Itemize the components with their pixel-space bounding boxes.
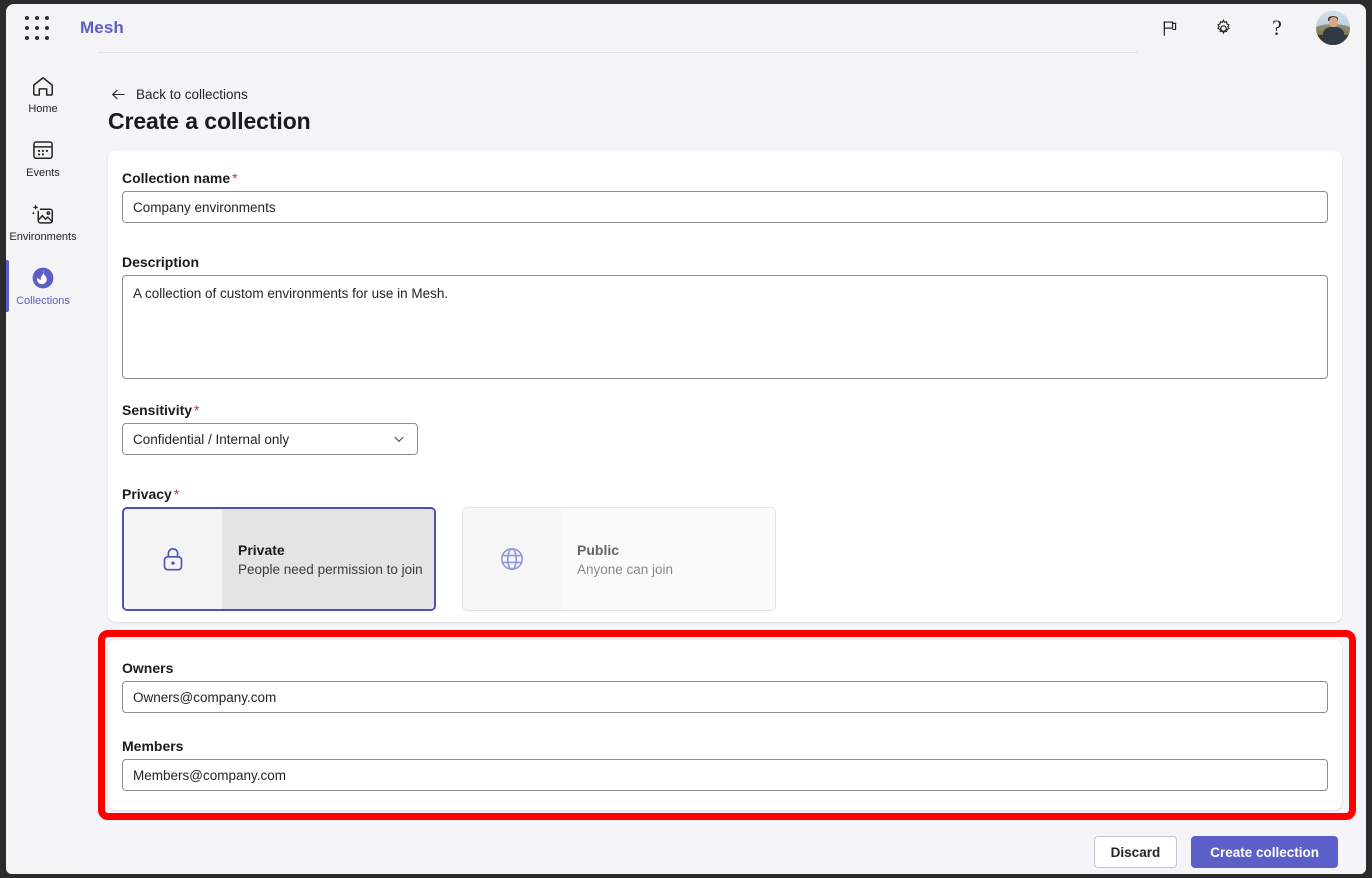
- members-label: Members: [122, 738, 183, 754]
- privacy-public-subtitle: Anyone can join: [577, 562, 775, 577]
- collection-name-input[interactable]: [122, 191, 1328, 223]
- sensitivity-selected-value: Confidential / Internal only: [133, 432, 289, 447]
- application-window: Mesh ?: [6, 4, 1366, 874]
- app-launcher-icon[interactable]: [24, 15, 50, 41]
- avatar[interactable]: [1316, 11, 1350, 45]
- form-actions: Discard Create collection: [80, 830, 1366, 874]
- privacy-private-icon-pane: [124, 509, 222, 609]
- sidebar-item-events[interactable]: Events: [6, 126, 80, 190]
- privacy-label-text: Privacy: [122, 486, 172, 502]
- sensitivity-label: Sensitivity*: [122, 402, 199, 418]
- sidebar-item-collections[interactable]: Collections: [6, 254, 80, 318]
- calendar-icon: [30, 137, 56, 163]
- left-nav-rail: Home Events Environments: [6, 52, 80, 874]
- privacy-private-text-pane: Private People need permission to join: [222, 509, 434, 609]
- question-mark-icon[interactable]: ?: [1262, 13, 1292, 43]
- privacy-options: Private People need permission to join P…: [122, 507, 776, 611]
- sidebar-item-label: Environments: [9, 231, 76, 244]
- sidebar-item-label: Collections: [16, 295, 70, 308]
- privacy-private-title: Private: [238, 542, 434, 558]
- description-label: Description: [122, 254, 199, 270]
- app-bar: Mesh ?: [6, 4, 1366, 52]
- help-glyph: ?: [1272, 17, 1282, 39]
- sidebar-item-label: Home: [28, 103, 57, 116]
- flag-icon[interactable]: [1154, 13, 1184, 43]
- header-divider: [98, 52, 1138, 53]
- sensitivity-dropdown[interactable]: Confidential / Internal only: [122, 423, 418, 455]
- sidebar-item-environments[interactable]: Environments: [6, 190, 80, 254]
- collections-icon: [30, 265, 56, 291]
- globe-icon: [495, 542, 529, 576]
- back-link-label: Back to collections: [136, 87, 248, 102]
- create-collection-button[interactable]: Create collection: [1191, 836, 1338, 868]
- sidebar-item-label: Events: [26, 167, 60, 180]
- sensitivity-label-text: Sensitivity: [122, 402, 192, 418]
- collection-name-label: Collection name*: [122, 170, 238, 186]
- sidebar-item-home[interactable]: Home: [6, 62, 80, 126]
- image-sparkle-icon: [30, 201, 56, 227]
- home-icon: [30, 73, 56, 99]
- lock-icon: [156, 542, 190, 576]
- collection-name-label-text: Collection name: [122, 170, 230, 186]
- owners-label: Owners: [122, 660, 173, 676]
- privacy-label: Privacy*: [122, 486, 179, 502]
- app-bar-actions: ?: [1154, 11, 1366, 45]
- page-title: Create a collection: [108, 108, 311, 135]
- privacy-public-icon-pane: [463, 508, 561, 610]
- privacy-public-title: Public: [577, 542, 775, 558]
- app-brand-label: Mesh: [80, 18, 124, 38]
- chevron-down-icon: [391, 431, 407, 447]
- privacy-option-public[interactable]: Public Anyone can join: [462, 507, 776, 611]
- owners-members-card: Owners Members: [108, 640, 1342, 810]
- discard-button[interactable]: Discard: [1094, 836, 1178, 868]
- owners-input[interactable]: [122, 681, 1328, 713]
- gear-icon[interactable]: [1208, 13, 1238, 43]
- collection-details-card: Collection name* Description A collectio…: [108, 150, 1342, 622]
- back-to-collections-link[interactable]: Back to collections: [110, 86, 248, 103]
- privacy-public-text-pane: Public Anyone can join: [561, 508, 775, 610]
- required-asterisk: *: [194, 402, 199, 418]
- required-asterisk: *: [232, 170, 237, 186]
- main-content: Back to collections Create a collection …: [80, 52, 1366, 874]
- members-input[interactable]: [122, 759, 1328, 791]
- description-textarea[interactable]: A collection of custom environments for …: [122, 275, 1328, 379]
- privacy-private-subtitle: People need permission to join: [238, 562, 434, 577]
- required-asterisk: *: [174, 486, 179, 502]
- window-frame: Mesh ?: [0, 0, 1372, 878]
- privacy-option-private[interactable]: Private People need permission to join: [122, 507, 436, 611]
- arrow-left-icon: [110, 86, 127, 103]
